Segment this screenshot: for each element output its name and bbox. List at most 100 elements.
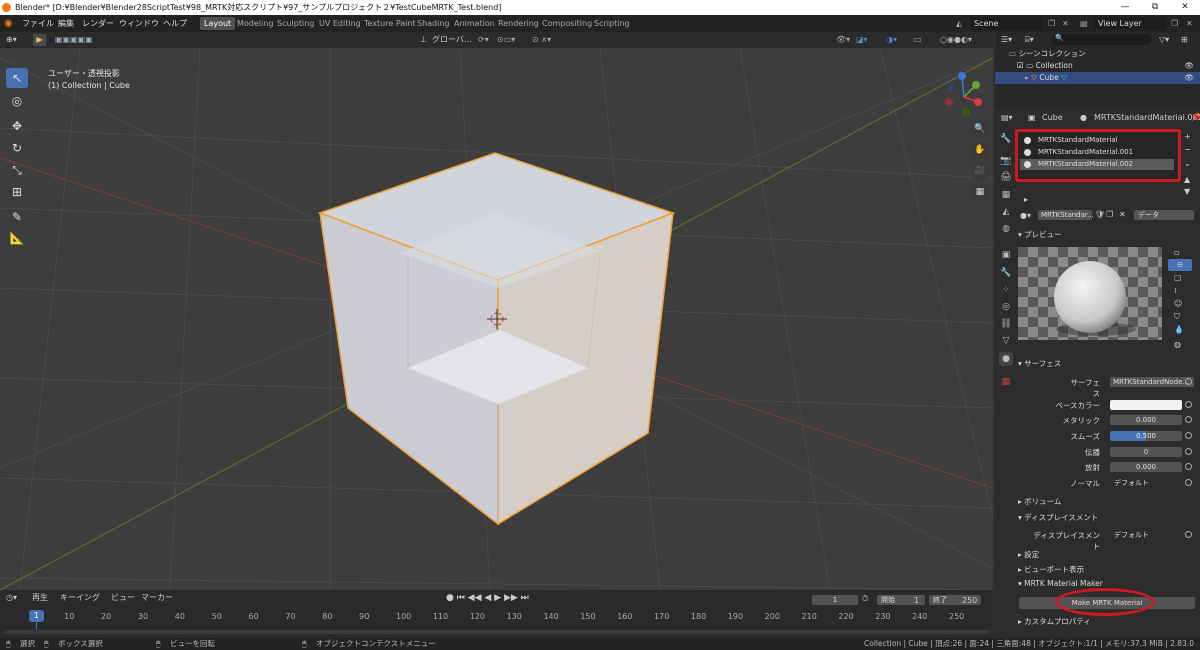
fake-user-icon[interactable]: 🛡 (1095, 209, 1105, 221)
tab-compositing[interactable]: Compositing (538, 17, 596, 30)
output-tab-icon[interactable]: 🖨 (999, 170, 1013, 184)
data-tab-icon[interactable]: ▽ (999, 334, 1013, 348)
new-collection-icon[interactable]: ⊞ (1181, 34, 1188, 46)
volume-section-header[interactable]: ▸ ボリューム (1018, 496, 1061, 507)
scale-tool-icon[interactable]: ⤡ (6, 160, 28, 180)
timeline-menu-keying[interactable]: キーイング (60, 592, 100, 604)
add-slot-icon[interactable]: + (1184, 131, 1191, 143)
texture-tab-icon[interactable]: ▦ (999, 375, 1013, 389)
delete-scene-icon[interactable]: ✕ (1062, 15, 1069, 32)
tab-scripting[interactable]: Scripting (590, 17, 634, 30)
cube-visibility-icon[interactable]: 👁 (1184, 72, 1194, 84)
preview-flat-icon[interactable]: ▫ (1174, 247, 1179, 259)
metallic-field[interactable]: 0.000 (1110, 415, 1182, 425)
visibility-icon[interactable]: 👁▾ (836, 34, 850, 46)
outliner-search-input[interactable]: 🔍 (1051, 34, 1151, 45)
checkbox-icon[interactable]: ☑ (1017, 61, 1026, 70)
outliner-row-cube[interactable]: ▸ ▽ Cube ▽ 👁 (995, 72, 1200, 84)
preview-cloth-icon[interactable]: ⛉ (1174, 311, 1180, 323)
navigation-gizmo[interactable] (942, 72, 988, 118)
move-slot-down-icon[interactable]: ▼ (1184, 186, 1190, 198)
tab-uv-editing[interactable]: UV Editing (315, 17, 365, 30)
base-color-swatch[interactable] (1110, 400, 1182, 410)
orientation-selector[interactable]: グローバ... (432, 34, 472, 46)
tab-layout[interactable]: Layout (200, 17, 236, 30)
end-frame-value[interactable]: 250 (962, 595, 977, 607)
collection-visibility-icon[interactable]: 👁 (1184, 60, 1194, 72)
menu-help[interactable]: ヘルプ (163, 15, 187, 32)
pin-icon[interactable]: 📌 (1191, 112, 1200, 124)
select-box-icons[interactable]: ▣▣▣▣▣ (55, 34, 93, 46)
preview-cube-icon[interactable]: ▢ (1174, 272, 1182, 284)
snap-icon[interactable]: ⊙▭▾ (497, 34, 515, 46)
particles-tab-icon[interactable]: ⁘ (999, 283, 1013, 297)
tool-tab-icon[interactable]: 🔧 (999, 132, 1013, 146)
scene-selector[interactable]: Scene (970, 17, 1042, 30)
slot-specials-icon[interactable]: ⌄ (1184, 158, 1191, 170)
preview-section-header[interactable]: ▾ プレビュー (1018, 229, 1062, 240)
start-frame-value[interactable]: 1 (914, 595, 919, 607)
timeline-menu-playback[interactable]: 再生 (32, 592, 48, 604)
pivot-icon[interactable]: ⟳▾ (478, 34, 489, 46)
proportional-edit-icon[interactable]: ⊙ ∧▾ (532, 34, 551, 46)
tab-texture-paint[interactable]: Texture Paint (360, 17, 420, 30)
viewport-display-section-header[interactable]: ▸ ビューポート表示 (1018, 564, 1084, 575)
render-tab-icon[interactable]: 📷 (999, 154, 1013, 168)
transform-tool-icon[interactable]: ⊞ (6, 182, 28, 202)
menu-edit[interactable]: 編集 (58, 15, 74, 32)
playback-controls-icons[interactable]: ● ⏮ ◀◀ ◀ ▶ ▶▶ ⏭ (446, 592, 529, 604)
timeline-menu-view[interactable]: ビュー (111, 592, 135, 604)
preview-world-icon[interactable]: ◍ (1174, 339, 1181, 351)
maximize-button[interactable]: ⧉ (1140, 0, 1170, 15)
material-name-field[interactable]: MRTKStandar... (1038, 210, 1094, 220)
menu-window[interactable]: ウィンドウ (119, 15, 159, 32)
new-scene-icon[interactable]: ❐ (1048, 15, 1055, 32)
minimize-button[interactable]: — (1110, 0, 1140, 15)
tab-sculpting[interactable]: Sculpting (273, 17, 318, 30)
mrtk-section-header[interactable]: ▾ MRTK Material Maker (1018, 579, 1103, 588)
overlay-icon[interactable]: ◑▾ (886, 34, 897, 46)
displacement-section-header[interactable]: ▾ ディスプレイスメント (1018, 512, 1098, 523)
close-button[interactable]: ✕ (1170, 0, 1200, 15)
smooth-slider[interactable]: 0.500 (1110, 431, 1182, 441)
displacement-field[interactable]: デフォルト (1110, 530, 1182, 540)
world-tab-icon[interactable]: ◍ (999, 222, 1013, 236)
current-frame-field[interactable]: 1 (812, 595, 858, 605)
editor-type-icon[interactable]: ⊕▾ (6, 34, 17, 46)
camera-view-icon[interactable]: 🎥 (971, 162, 989, 180)
measure-tool-icon[interactable]: 📐 (6, 228, 28, 248)
material-tab-icon[interactable]: ● (999, 352, 1013, 366)
tab-rendering[interactable]: Rendering (494, 17, 543, 30)
tab-shading[interactable]: Shading (413, 17, 454, 30)
constraints-tab-icon[interactable]: ⛓ (999, 317, 1013, 331)
scene-tab-icon[interactable]: ◭ (999, 205, 1013, 219)
delete-view-layer-icon[interactable]: ✕ (1186, 15, 1193, 32)
tab-modeling[interactable]: Modeling (233, 17, 277, 30)
transmission-field[interactable]: 0 (1110, 447, 1182, 457)
gizmo-icon[interactable]: ◪▾ (856, 34, 868, 46)
filter-icon[interactable]: ▽▾ (1159, 34, 1169, 46)
3d-viewport[interactable]: ユーザー・透視投影 (1) Collection | Cube 🔍 ✋ 🎥 ▦ (0, 48, 993, 590)
outliner-row-collection[interactable]: ☑ ▭ Collection 👁 (995, 60, 1200, 72)
expand-list-icon[interactable]: ▸ (1024, 194, 1028, 206)
normal-field[interactable]: デフォルト (1110, 478, 1182, 488)
timeline-editor-icon[interactable]: ◷▾ (6, 592, 17, 604)
unlink-material-icon[interactable]: ✕ (1119, 209, 1126, 221)
rotate-tool-icon[interactable]: ↻ (6, 138, 28, 158)
preview-fluid-icon[interactable]: 💧 (1174, 324, 1184, 336)
xray-icon[interactable]: ▭ (914, 34, 922, 46)
preview-hair-icon[interactable]: ≀ (1174, 285, 1177, 297)
surface-section-header[interactable]: ▾ サーフェス (1018, 358, 1061, 369)
properties-editor-icon[interactable]: ▤▾ (1001, 112, 1013, 124)
link-selector[interactable]: データ (1134, 210, 1194, 220)
playhead[interactable]: 1 (29, 610, 44, 622)
outliner-row-scene-collection[interactable]: ▭ シーンコレクション (995, 48, 1200, 60)
blender-menu-icon[interactable]: ◉ (4, 15, 13, 32)
settings-section-header[interactable]: ▸ 設定 (1018, 549, 1039, 560)
physics-tab-icon[interactable]: ◎ (999, 300, 1013, 314)
select-mode-icon[interactable]: ▶ (33, 34, 46, 46)
object-tab-icon[interactable]: ▣ (999, 248, 1013, 262)
annotate-tool-icon[interactable]: ✎ (6, 207, 28, 227)
preview-monkey-icon[interactable]: ☺ (1174, 298, 1182, 310)
zoom-icon[interactable]: 🔍 (971, 120, 989, 138)
